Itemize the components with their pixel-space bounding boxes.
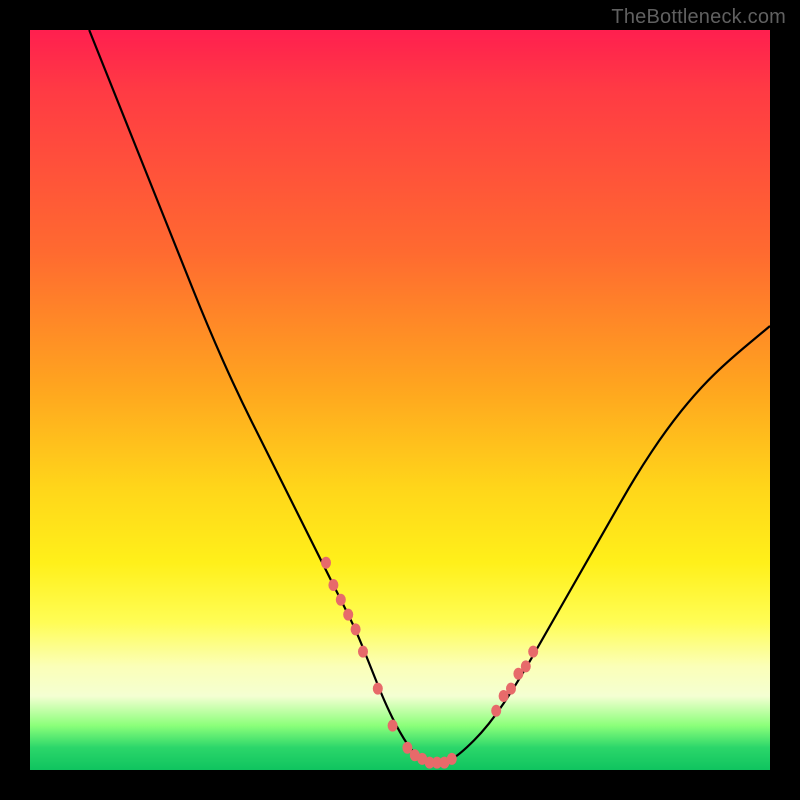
marker-dot: [328, 579, 338, 591]
marker-dot: [336, 594, 346, 606]
marker-dot: [521, 660, 531, 672]
marker-dot: [506, 683, 516, 695]
marker-dot: [491, 705, 501, 717]
marker-dot: [447, 753, 457, 765]
curve-svg: [30, 30, 770, 770]
marker-dot: [358, 646, 368, 658]
chart-frame: TheBottleneck.com: [0, 0, 800, 800]
marker-dot: [343, 609, 353, 621]
marker-dot: [321, 557, 331, 569]
marker-group: [321, 557, 538, 769]
watermark-text: TheBottleneck.com: [611, 6, 786, 29]
marker-dot: [528, 646, 538, 658]
bottleneck-curve: [89, 30, 770, 763]
marker-dot: [351, 623, 361, 635]
marker-dot: [388, 720, 398, 732]
plot-area: [30, 30, 770, 770]
marker-dot: [373, 683, 383, 695]
